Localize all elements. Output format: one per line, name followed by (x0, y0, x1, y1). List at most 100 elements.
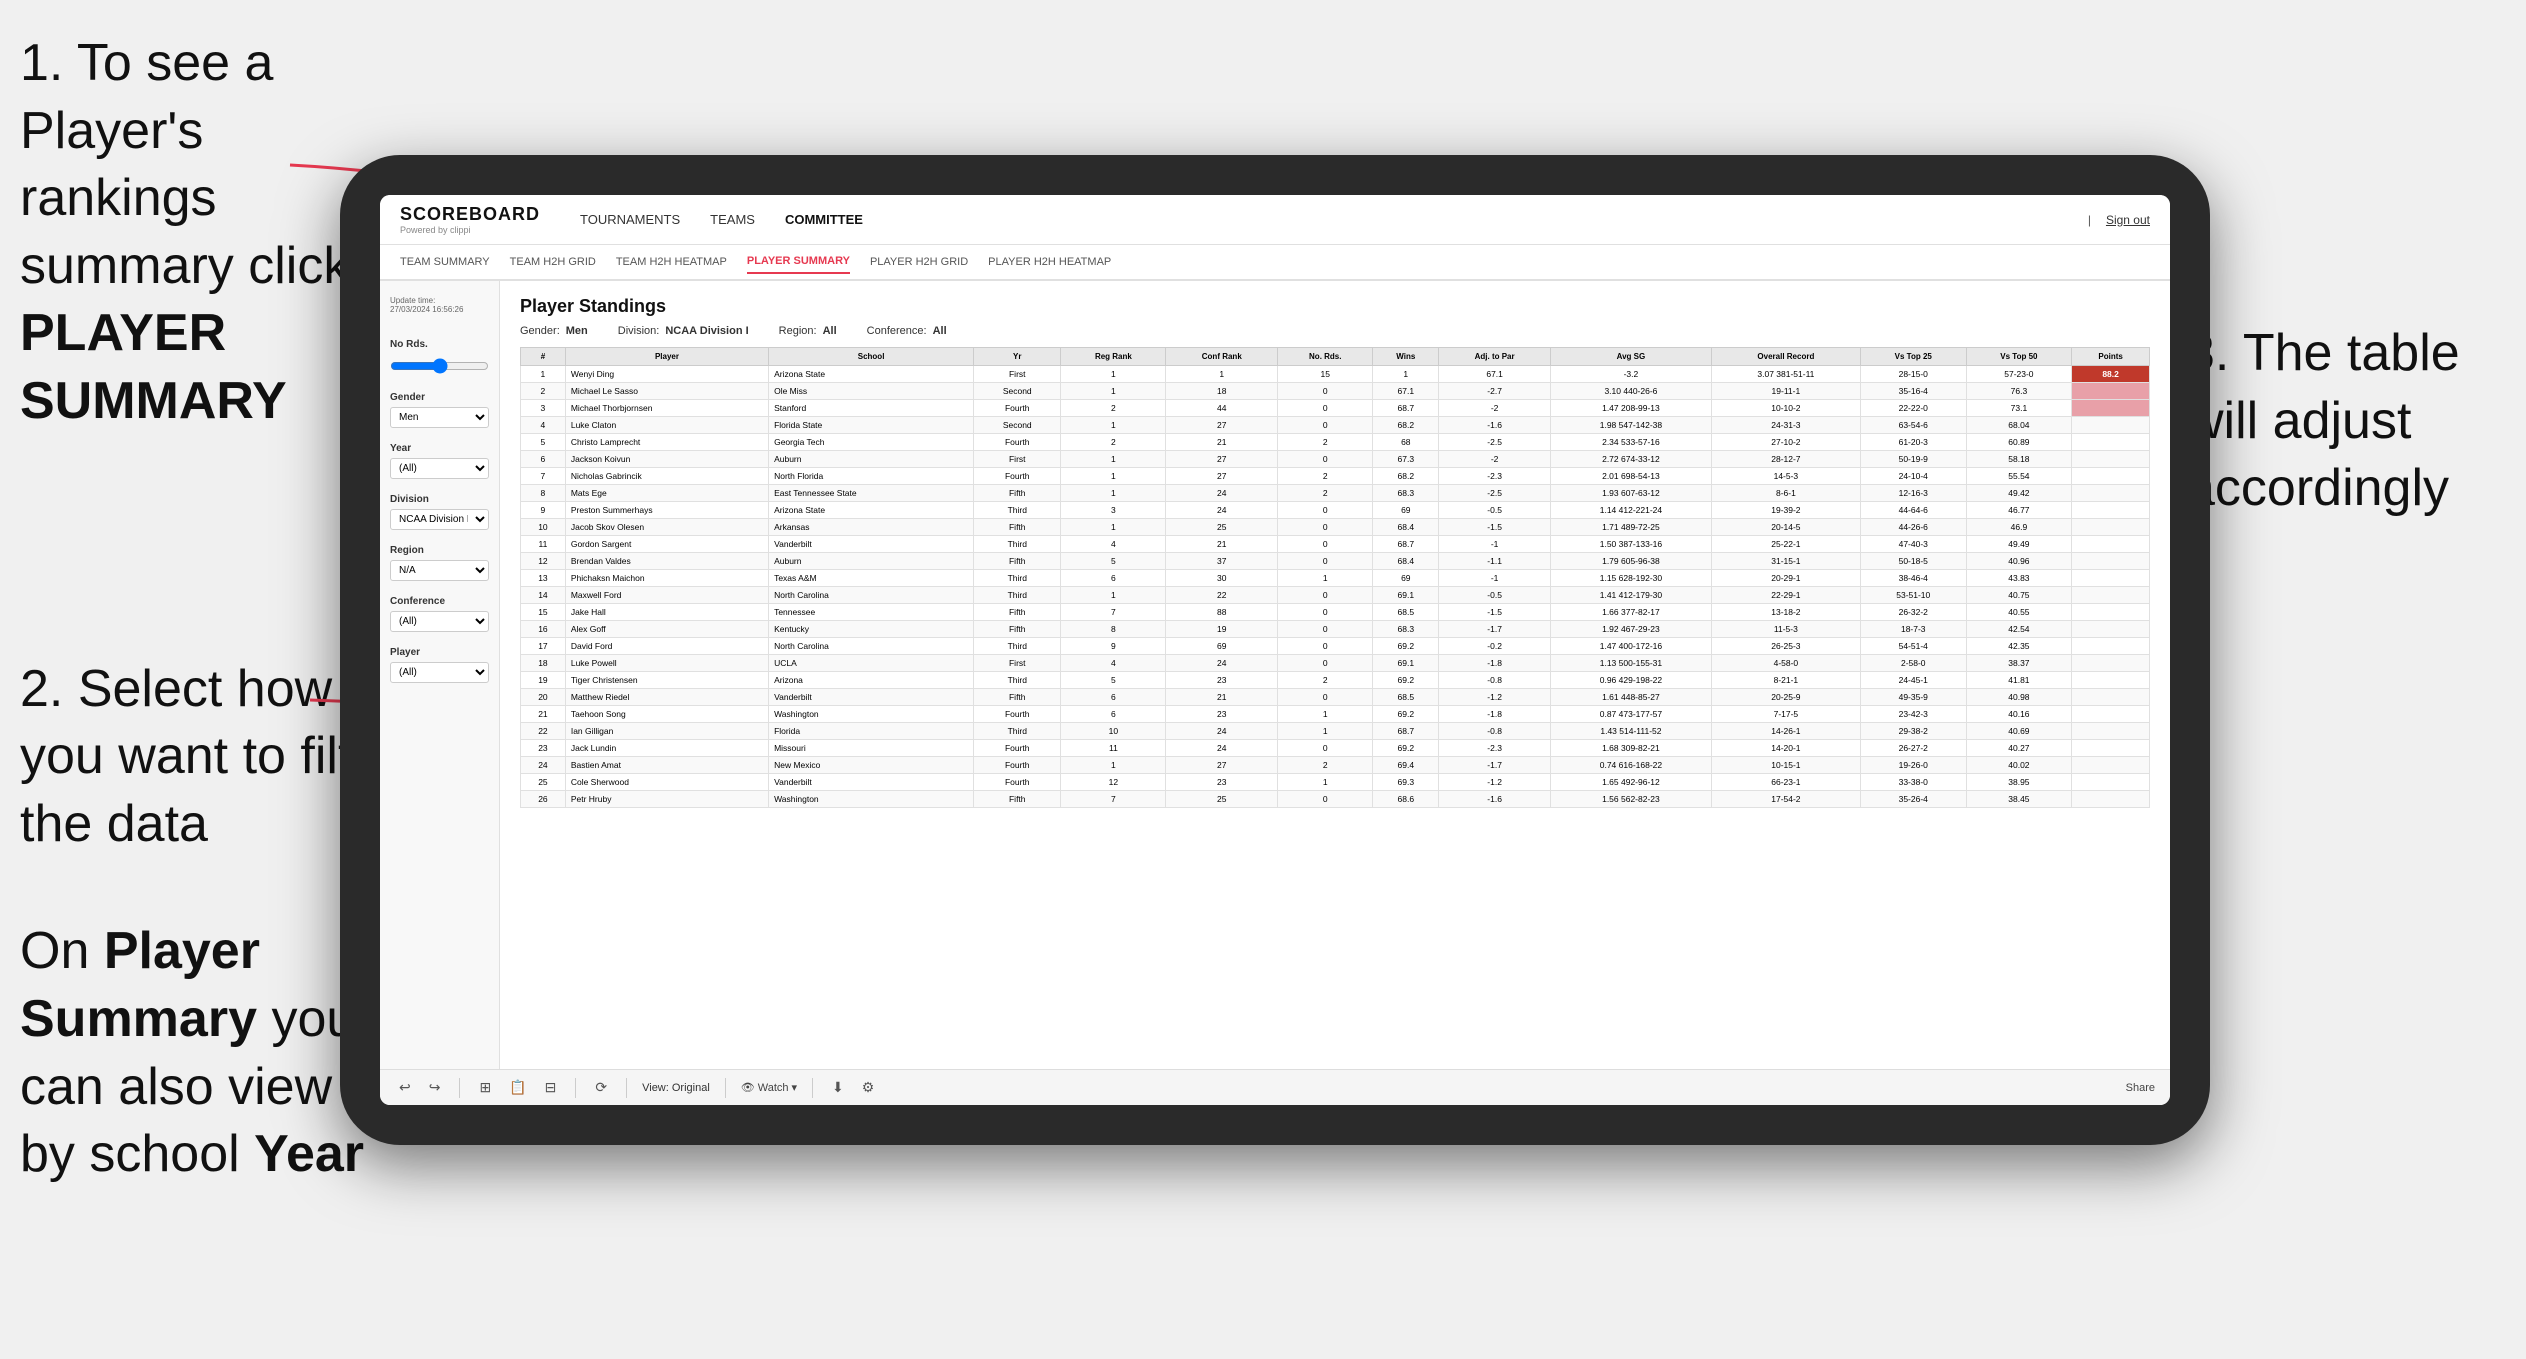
division-select[interactable]: NCAA Division I (390, 509, 489, 530)
table-cell: 21 (1166, 434, 1278, 451)
table-row: 3Michael ThorbjornsenStanfordFourth24406… (521, 400, 2150, 417)
paste-btn[interactable]: 📋 (505, 1077, 530, 1098)
sub-nav-team-h2h-heatmap[interactable]: TEAM H2H HEATMAP (616, 251, 727, 273)
conference-label: Conference (390, 596, 489, 607)
nav-tournaments[interactable]: TOURNAMENTS (580, 207, 680, 232)
table-cell: 25 (521, 774, 566, 791)
table-cell: Ian Gilligan (565, 723, 768, 740)
table-row: 6Jackson KoivunAuburnFirst127067.3-22.72… (521, 451, 2150, 468)
sub-nav-team-summary[interactable]: TEAM SUMMARY (400, 251, 490, 273)
table-cell: 7 (1061, 604, 1166, 621)
table-cell: 26-32-2 (1860, 604, 1966, 621)
no-rds-slider[interactable] (390, 358, 489, 374)
table-row: 20Matthew RiedelVanderbiltFifth621068.5-… (521, 689, 2150, 706)
chevron-down-icon: ▾ (792, 1081, 798, 1094)
sub-nav-player-summary[interactable]: PLAYER SUMMARY (747, 250, 850, 274)
table-cell: 24 (1166, 723, 1278, 740)
table-cell: 18-7-3 (1860, 621, 1966, 638)
conference-select[interactable]: (All) (390, 611, 489, 632)
logo-subtitle: Powered by clippi (400, 225, 540, 235)
watch-button[interactable]: 👁 Watch ▾ (741, 1081, 797, 1094)
table-cell: -1.6 (1439, 417, 1551, 434)
table-cell: 68.5 (1373, 689, 1439, 706)
settings-btn[interactable]: ⚙ (858, 1077, 879, 1098)
table-row: 7Nicholas GabrincikNorth FloridaFourth12… (521, 468, 2150, 485)
table-cell: Alex Goff (565, 621, 768, 638)
table-cell: 1.15 628-192-30 (1551, 570, 1712, 587)
redo-btn[interactable]: ↪ (425, 1077, 445, 1098)
sub-navigation: TEAM SUMMARY TEAM H2H GRID TEAM H2H HEAT… (380, 245, 2170, 281)
table-cell: 20-14-5 (1711, 519, 1860, 536)
table-cell: Michael Le Sasso (565, 383, 768, 400)
table-cell: 3.10 440-26-6 (1551, 383, 1712, 400)
table-cell: 26 (521, 791, 566, 808)
step3-bold2: Year (254, 1125, 364, 1183)
filter-gender: Gender: Men (520, 325, 588, 337)
sign-out-link[interactable]: Sign out (2106, 213, 2150, 227)
table-cell: 3 (521, 400, 566, 417)
table-cell: 18 (1166, 383, 1278, 400)
copy-btn[interactable]: ⊞ (475, 1077, 495, 1098)
table-cell (2072, 553, 2150, 570)
table-cell: 58.18 (1966, 451, 2072, 468)
table-cell: 0 (1278, 400, 1373, 417)
sidebar: Update time: 27/03/2024 16:56:26 No Rds.… (380, 281, 500, 1069)
grid-btn[interactable]: ⊟ (541, 1077, 561, 1098)
sub-nav-player-h2h-grid[interactable]: PLAYER H2H GRID (870, 251, 968, 273)
table-cell: 40.27 (1966, 740, 2072, 757)
table-cell: 21 (1166, 689, 1278, 706)
table-cell: 29-38-2 (1860, 723, 1966, 740)
table-cell: 9 (1061, 638, 1166, 655)
table-cell: 1 (1061, 383, 1166, 400)
table-cell: 0 (1278, 604, 1373, 621)
region-select[interactable]: N/A (390, 560, 489, 581)
table-cell: Michael Thorbjornsen (565, 400, 768, 417)
table-cell: 19-39-2 (1711, 502, 1860, 519)
table-cell (2072, 536, 2150, 553)
table-cell: 73.1 (1966, 400, 2072, 417)
table-cell: -1.7 (1439, 757, 1551, 774)
nav-links: TOURNAMENTS TEAMS COMMITTEE (580, 207, 2088, 232)
table-cell: 10-10-2 (1711, 400, 1860, 417)
refresh-btn[interactable]: ⟳ (591, 1077, 611, 1098)
nav-committee[interactable]: COMMITTEE (785, 207, 863, 232)
table-cell: 0.96 429-198-22 (1551, 672, 1712, 689)
table-cell: -0.8 (1439, 672, 1551, 689)
table-cell: Arkansas (769, 519, 974, 536)
table-cell (2072, 519, 2150, 536)
table-cell: Luke Claton (565, 417, 768, 434)
sub-nav-team-h2h-grid[interactable]: TEAM H2H GRID (510, 251, 596, 273)
table-cell: 42.35 (1966, 638, 2072, 655)
table-cell: Florida State (769, 417, 974, 434)
table-cell: 67.1 (1373, 383, 1439, 400)
table-cell (2072, 757, 2150, 774)
table-cell: 12-16-3 (1860, 485, 1966, 502)
year-select[interactable]: (All) (390, 458, 489, 479)
table-cell: 49-35-9 (1860, 689, 1966, 706)
sub-nav-player-h2h-heatmap[interactable]: PLAYER H2H HEATMAP (988, 251, 1111, 273)
export-btn[interactable]: ⬇ (828, 1077, 848, 1098)
table-cell: 0 (1278, 536, 1373, 553)
gender-select[interactable]: Men (390, 407, 489, 428)
share-button[interactable]: Share (2126, 1082, 2155, 1094)
sidebar-gender: Gender Men (390, 392, 489, 428)
table-cell: 88.2 (2072, 366, 2150, 383)
table-cell: Luke Powell (565, 655, 768, 672)
table-cell: 53-51-10 (1860, 587, 1966, 604)
table-cell: 0 (1278, 417, 1373, 434)
table-cell: 37 (1166, 553, 1278, 570)
table-cell: 42.54 (1966, 621, 2072, 638)
table-cell: 18 (521, 655, 566, 672)
player-select[interactable]: (All) (390, 662, 489, 683)
undo-btn[interactable]: ↩ (395, 1077, 415, 1098)
table-cell (2072, 638, 2150, 655)
table-cell: 46.77 (1966, 502, 2072, 519)
table-cell: 2 (1278, 468, 1373, 485)
table-cell: -1.6 (1439, 791, 1551, 808)
nav-teams[interactable]: TEAMS (710, 207, 755, 232)
table-cell: 27 (1166, 757, 1278, 774)
table-cell: 35-16-4 (1860, 383, 1966, 400)
table-row: 15Jake HallTennesseeFifth788068.5-1.51.6… (521, 604, 2150, 621)
table-cell: 40.02 (1966, 757, 2072, 774)
table-cell: Phichaksn Maichon (565, 570, 768, 587)
